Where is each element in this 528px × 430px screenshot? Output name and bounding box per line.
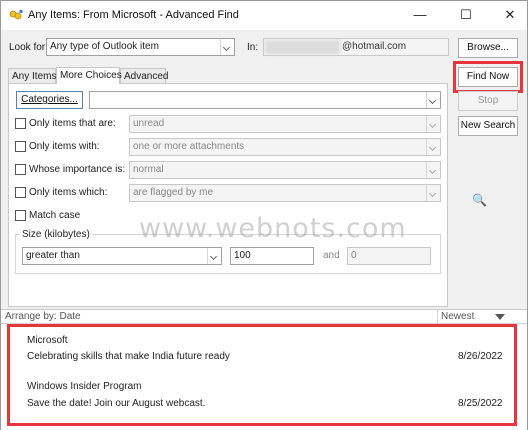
- title-bar: Any Items: From Microsoft - Advanced Fin…: [1, 1, 527, 30]
- find-now-highlight: [453, 61, 523, 93]
- new-search-button[interactable]: New Search: [458, 116, 518, 136]
- column-divider: [437, 310, 438, 323]
- in-value: @hotmail.com: [342, 41, 407, 52]
- sort-arrow-icon[interactable]: [495, 314, 505, 320]
- only-items-which-value: are flagged by me: [133, 187, 214, 198]
- size-condition-select[interactable]: greater than: [22, 247, 222, 265]
- chevron-down-icon: [207, 248, 221, 264]
- sort-order-label[interactable]: Newest: [441, 311, 474, 322]
- size-value-1-input[interactable]: 100: [230, 247, 314, 265]
- size-value-1: 100: [234, 250, 251, 261]
- whose-importance-value: normal: [133, 164, 164, 175]
- whose-importance-select: normal: [129, 161, 441, 179]
- outlook-find-icon: [9, 10, 23, 20]
- chevron-down-icon: [426, 116, 440, 132]
- watermark-text: www.webnots.com: [139, 213, 407, 244]
- close-icon[interactable]: ✕: [495, 5, 525, 25]
- only-items-that-are-value: unread: [133, 118, 165, 129]
- only-items-with-checkbox[interactable]: [15, 141, 26, 152]
- only-items-that-are-select: unread: [129, 115, 441, 133]
- chevron-down-icon: [220, 39, 234, 55]
- size-and-label: and: [323, 250, 340, 261]
- tab-more-choices[interactable]: More Choices: [56, 67, 122, 84]
- more-choices-panel: Categories... Only items that are: unrea…: [8, 83, 448, 307]
- in-label: In:: [247, 42, 259, 53]
- minimize-icon[interactable]: —: [405, 5, 435, 25]
- size-value-2: 0: [351, 250, 357, 261]
- advanced-find-window: Any Items: From Microsoft - Advanced Fin…: [0, 0, 528, 430]
- look-for-value: Any type of Outlook item: [50, 41, 159, 52]
- search-icon: 🔍: [472, 193, 487, 207]
- only-items-with-select: one or more attachments: [129, 138, 441, 156]
- only-items-which-label: Only items which:: [29, 187, 108, 198]
- look-for-select[interactable]: Any type of Outlook item: [46, 38, 235, 56]
- whose-importance-label: Whose importance is:: [29, 164, 126, 175]
- maximize-icon[interactable]: ☐: [451, 5, 481, 25]
- window-title: Any Items: From Microsoft - Advanced Fin…: [28, 9, 239, 21]
- arrange-by-bar: Arrange by: Date Newest: [1, 310, 527, 324]
- categories-button[interactable]: Categories...: [16, 91, 83, 109]
- redacted-email-mask: [265, 40, 340, 54]
- size-condition-value: greater than: [26, 250, 80, 261]
- match-case-label: Match case: [29, 210, 81, 221]
- only-items-that-are-label: Only items that are:: [29, 118, 116, 129]
- chevron-down-icon: [426, 162, 440, 178]
- whose-importance-checkbox[interactable]: [15, 164, 26, 175]
- size-value-2-input: 0: [347, 247, 431, 265]
- browse-button[interactable]: Browse...: [458, 38, 518, 58]
- arrange-by-label[interactable]: Arrange by: Date: [5, 311, 81, 322]
- only-items-that-are-checkbox[interactable]: [15, 118, 26, 129]
- only-items-which-checkbox[interactable]: [15, 187, 26, 198]
- only-items-which-select: are flagged by me: [129, 184, 441, 202]
- chevron-down-icon: [426, 139, 440, 155]
- chevron-down-icon: [426, 185, 440, 201]
- size-label: Size (kilobytes): [20, 229, 92, 240]
- only-items-with-value: one or more attachments: [133, 141, 245, 152]
- stop-button[interactable]: Stop: [458, 91, 518, 111]
- tab-any-items[interactable]: Any Items: [8, 68, 56, 84]
- chevron-down-icon: [426, 92, 440, 108]
- tab-advanced[interactable]: Advanced: [120, 68, 168, 84]
- match-case-checkbox[interactable]: [15, 210, 26, 221]
- only-items-with-label: Only items with:: [29, 141, 100, 152]
- look-for-label: Look for:: [9, 42, 48, 53]
- categories-field[interactable]: [89, 91, 441, 109]
- results-highlight: [7, 324, 517, 426]
